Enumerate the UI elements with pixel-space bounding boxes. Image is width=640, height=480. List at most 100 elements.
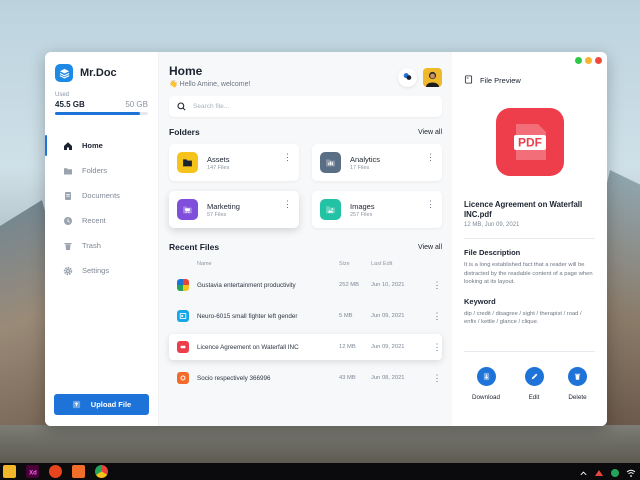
folder-card-marketing[interactable]: Marketing 57 Files ⋮ (169, 191, 299, 228)
search-input[interactable] (193, 103, 393, 110)
file-name: Neuro-6015 small fighter left gender (197, 312, 298, 320)
preview-file-meta: 12 MB, Jun 09, 2021 (464, 222, 520, 228)
main-content: Home 👋 Hello Amine, welcome! F (159, 52, 452, 426)
window-controls (575, 57, 602, 64)
folder-count: 257 Files (350, 211, 373, 218)
table-row[interactable]: Socio respectively 366996 43 MB Jun 08, … (169, 365, 442, 391)
app-name: Mr.Doc (80, 67, 117, 79)
upload-file-button[interactable]: Upload File (54, 394, 149, 415)
taskbar: Xd (0, 463, 640, 480)
edit-button[interactable]: Edit (524, 366, 544, 401)
more-options-icon[interactable]: ⋮ (427, 280, 447, 291)
folder-count: 17 Files (350, 164, 370, 171)
app-tray-icon[interactable] (610, 465, 620, 480)
file-preview-icon (464, 71, 473, 89)
pencil-icon (524, 366, 544, 386)
file-size: 43 MB (339, 375, 356, 381)
table-row[interactable]: Neuro-6015 small fighter left gender 5 M… (169, 303, 442, 329)
folder-card-analytics[interactable]: Analytics 17 Files ⋮ (312, 144, 442, 181)
svg-text:Xd: Xd (29, 470, 37, 476)
analytics-icon (320, 152, 341, 173)
edit-label: Edit (528, 393, 540, 401)
wifi-icon[interactable] (626, 465, 636, 480)
pdf-preview-icon: PDF (495, 108, 564, 176)
sidebar-nav: Home Folders Documents Recent Trash Sett… (45, 133, 158, 283)
column-header-last-edit: Last Edit (371, 261, 393, 267)
folder-card-images[interactable]: Images 257 Files ⋮ (312, 191, 442, 228)
table-row[interactable]: Gustavia entertainment productivity 252 … (169, 272, 442, 298)
divider (464, 350, 595, 352)
divider (464, 238, 595, 239)
storage-total: 50 GB (125, 100, 148, 109)
xd-icon[interactable]: Xd (26, 465, 39, 478)
sidebar-item-folders[interactable]: Folders (45, 158, 158, 183)
keyword-list: dip / credit / disagree / sight / therap… (464, 310, 582, 326)
file-description-text: It is a long established fact that a rea… (464, 262, 593, 285)
folder-name: Marketing (207, 201, 240, 211)
file-preview-panel: File Preview PDF Licence Agreement on Wa… (452, 52, 607, 426)
table-row-selected[interactable]: Licence Agreement on Waterfall INC 12 MB… (169, 334, 442, 360)
folder-icon (177, 152, 198, 173)
delete-button[interactable]: Delete (567, 366, 587, 401)
app-tray-icon[interactable] (594, 465, 604, 480)
file-date: Jun 09, 2021 (371, 344, 405, 350)
sidebar-item-settings[interactable]: Settings (45, 258, 158, 283)
more-options-icon[interactable]: ⋮ (426, 152, 435, 163)
search-bar[interactable] (169, 96, 442, 117)
sidebar-item-recent[interactable]: Recent (45, 208, 158, 233)
recent-view-all-link[interactable]: View all (418, 244, 442, 251)
office-icon (177, 372, 189, 384)
close-button[interactable] (595, 57, 602, 64)
storage-bar-fill (55, 112, 140, 115)
file-description-title: File Description (464, 248, 521, 257)
file-name: Socio respectively 366996 (197, 374, 271, 382)
system-tray (579, 465, 636, 480)
folder-count: 147 Files (207, 164, 230, 171)
chrome-icon[interactable] (95, 465, 108, 478)
app-icon[interactable] (72, 465, 85, 478)
app-icon[interactable] (49, 465, 62, 478)
file-explorer-icon[interactable] (3, 465, 16, 478)
gear-icon (63, 266, 73, 276)
file-date: Jun 10, 2021 (371, 282, 405, 288)
sidebar-item-label: Documents (82, 191, 120, 200)
logo: Mr.Doc (45, 52, 158, 82)
maximize-button[interactable] (575, 57, 582, 64)
sidebar-item-home[interactable]: Home (45, 133, 158, 158)
download-icon (476, 366, 496, 386)
files-table-header: Name Size Last Edit (169, 261, 442, 267)
storage-usage: Used 45.5 GB 50 GB (45, 82, 158, 115)
more-options-icon[interactable]: ⋮ (427, 373, 447, 384)
folder-icon (63, 166, 73, 176)
file-preview-title: File Preview (480, 75, 521, 85)
more-options-icon[interactable]: ⋮ (427, 342, 447, 353)
minimize-button[interactable] (585, 57, 592, 64)
column-header-name: Name (197, 261, 212, 267)
sidebar: Mr.Doc Used 45.5 GB 50 GB Home Folders D… (45, 52, 159, 426)
trash-icon (567, 366, 587, 386)
folder-card-assets[interactable]: Assets 147 Files ⋮ (169, 144, 299, 181)
download-label: Download (472, 393, 501, 401)
sidebar-item-trash[interactable]: Trash (45, 233, 158, 258)
file-name: Licence Agreement on Waterfall INC (197, 343, 299, 351)
folders-grid: Assets 147 Files ⋮ Analytics 17 Files ⋮ (169, 144, 442, 228)
folder-name: Analytics (350, 154, 381, 164)
folders-view-all-link[interactable]: View all (418, 129, 442, 136)
storage-used: 45.5 GB (55, 100, 85, 109)
clock-icon (63, 216, 73, 226)
sidebar-item-label: Trash (82, 241, 101, 250)
sidebar-item-documents[interactable]: Documents (45, 183, 158, 208)
more-options-icon[interactable]: ⋮ (426, 199, 435, 210)
chevron-up-icon[interactable] (579, 465, 588, 480)
avatar[interactable] (423, 67, 442, 87)
more-options-icon[interactable]: ⋮ (427, 311, 447, 322)
file-size: 12 MB (339, 344, 356, 350)
folder-name: Images (350, 201, 375, 211)
file-size: 5 MB (339, 313, 353, 319)
download-button[interactable]: Download (472, 366, 501, 401)
notification-button[interactable] (398, 67, 417, 87)
pdf-badge-text: PDF (518, 136, 542, 150)
preview-file-name: Licence Agreement on Waterfall INC.pdf (464, 200, 583, 219)
more-options-icon[interactable]: ⋮ (283, 199, 292, 210)
more-options-icon[interactable]: ⋮ (283, 152, 292, 163)
